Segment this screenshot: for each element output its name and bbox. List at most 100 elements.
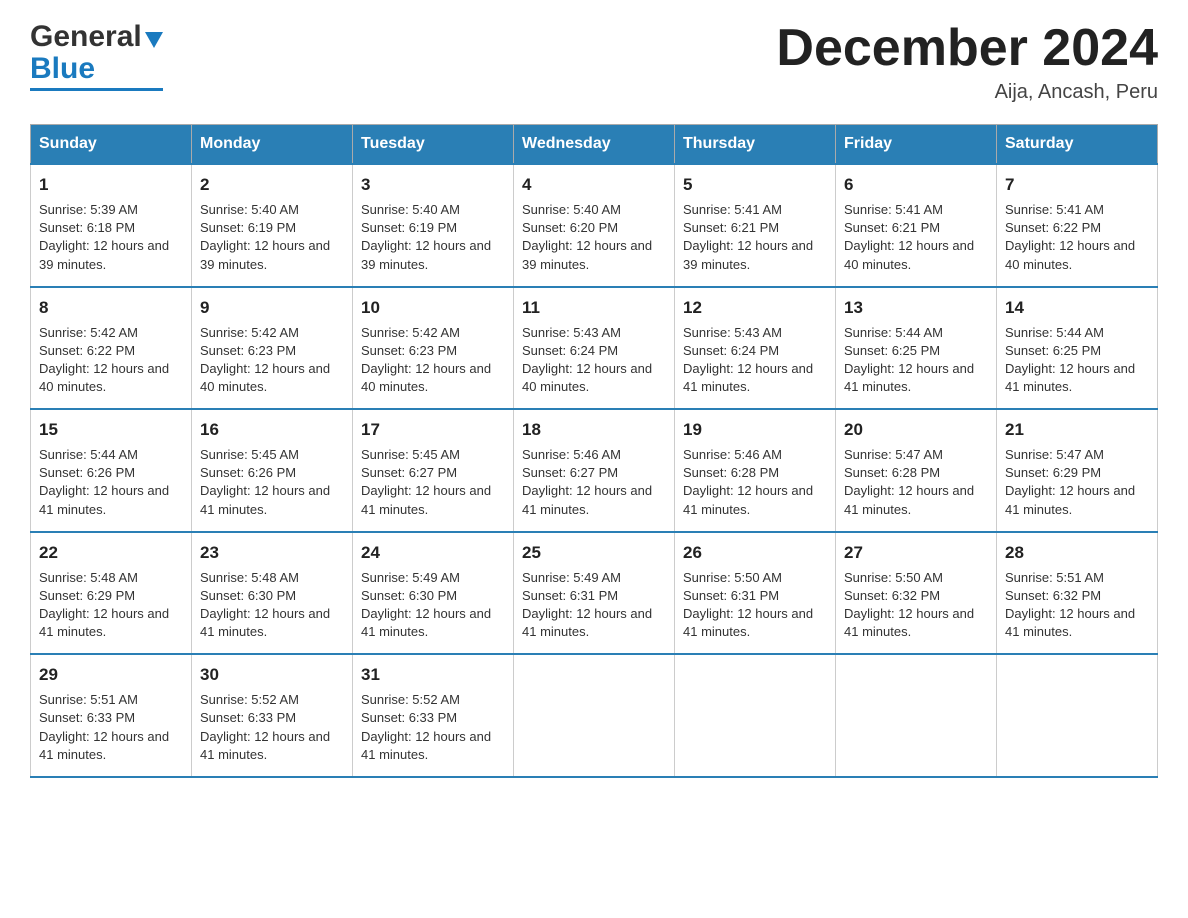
daylight-label: Daylight: 12 hours and 40 minutes. [361, 361, 491, 394]
daylight-label: Daylight: 12 hours and 39 minutes. [683, 238, 813, 271]
daylight-label: Daylight: 12 hours and 40 minutes. [522, 361, 652, 394]
day-number: 9 [200, 296, 344, 320]
daylight-label: Daylight: 12 hours and 40 minutes. [844, 238, 974, 271]
location-subtitle: Aija, Ancash, Peru [776, 81, 1158, 104]
sunrise-label: Sunrise: 5:40 AM [200, 202, 299, 217]
sunrise-label: Sunrise: 5:43 AM [522, 325, 621, 340]
day-number: 31 [361, 663, 505, 687]
daylight-label: Daylight: 12 hours and 39 minutes. [200, 238, 330, 271]
calendar-cell: 29Sunrise: 5:51 AMSunset: 6:33 PMDayligh… [31, 654, 192, 777]
day-number: 16 [200, 418, 344, 442]
sunset-label: Sunset: 6:28 PM [844, 465, 940, 480]
sunset-label: Sunset: 6:33 PM [200, 710, 296, 725]
calendar-cell: 11 Sunrise: 5:43 AM Sunset: 6:24 PM Dayligh… [514, 287, 675, 410]
calendar-cell: 22Sunrise: 5:48 AMSunset: 6:29 PMDayligh… [31, 532, 192, 655]
sunrise-label: Sunrise: 5:41 AM [683, 202, 782, 217]
calendar-cell: 25Sunrise: 5:49 AMSunset: 6:31 PMDayligh… [514, 532, 675, 655]
sunset-label: Sunset: 6:24 PM [522, 343, 618, 358]
sunrise-label: Sunrise: 5:41 AM [1005, 202, 1104, 217]
sunrise-label: Sunrise: 5:52 AM [361, 692, 460, 707]
day-number: 2 [200, 173, 344, 197]
col-header-thursday: Thursday [675, 125, 836, 165]
daylight-label: Daylight: 12 hours and 41 minutes. [844, 606, 974, 639]
daylight-label: Daylight: 12 hours and 41 minutes. [683, 361, 813, 394]
calendar-cell [997, 654, 1158, 777]
day-number: 11 [522, 296, 666, 320]
sunrise-label: Sunrise: 5:39 AM [39, 202, 138, 217]
day-number: 20 [844, 418, 988, 442]
sunset-label: Sunset: 6:26 PM [39, 465, 135, 480]
daylight-label: Daylight: 12 hours and 41 minutes. [200, 729, 330, 762]
sunset-label: Sunset: 6:23 PM [200, 343, 296, 358]
sunrise-label: Sunrise: 5:48 AM [200, 570, 299, 585]
sunset-label: Sunset: 6:29 PM [1005, 465, 1101, 480]
daylight-label: Daylight: 12 hours and 41 minutes. [844, 483, 974, 516]
daylight-label: Daylight: 12 hours and 39 minutes. [522, 238, 652, 271]
sunrise-label: Sunrise: 5:51 AM [39, 692, 138, 707]
logo-general: General [30, 20, 142, 54]
day-number: 23 [200, 541, 344, 565]
col-header-saturday: Saturday [997, 125, 1158, 165]
calendar-week-row: 1Sunrise: 5:39 AMSunset: 6:18 PMDaylight… [31, 164, 1158, 287]
day-number: 27 [844, 541, 988, 565]
daylight-label: Daylight: 12 hours and 40 minutes. [200, 361, 330, 394]
day-number: 15 [39, 418, 183, 442]
calendar-cell: 21Sunrise: 5:47 AMSunset: 6:29 PMDayligh… [997, 409, 1158, 532]
calendar-cell: 1Sunrise: 5:39 AMSunset: 6:18 PMDaylight… [31, 164, 192, 287]
day-number: 18 [522, 418, 666, 442]
calendar-cell: 23Sunrise: 5:48 AMSunset: 6:30 PMDayligh… [192, 532, 353, 655]
sunrise-label: Sunrise: 5:44 AM [1005, 325, 1104, 340]
sunrise-label: Sunrise: 5:46 AM [522, 447, 621, 462]
daylight-label: Daylight: 12 hours and 41 minutes. [361, 729, 491, 762]
sunrise-label: Sunrise: 5:52 AM [200, 692, 299, 707]
calendar-cell: 24Sunrise: 5:49 AMSunset: 6:30 PMDayligh… [353, 532, 514, 655]
daylight-label: Daylight: 12 hours and 41 minutes. [1005, 483, 1135, 516]
sunrise-label: Sunrise: 5:49 AM [522, 570, 621, 585]
day-number: 14 [1005, 296, 1149, 320]
sunrise-label: Sunrise: 5:49 AM [361, 570, 460, 585]
calendar-cell: 15Sunrise: 5:44 AMSunset: 6:26 PMDayligh… [31, 409, 192, 532]
col-header-tuesday: Tuesday [353, 125, 514, 165]
sunset-label: Sunset: 6:21 PM [844, 220, 940, 235]
calendar-week-row: 15Sunrise: 5:44 AMSunset: 6:26 PMDayligh… [31, 409, 1158, 532]
sunset-label: Sunset: 6:33 PM [361, 710, 457, 725]
daylight-label: Daylight: 12 hours and 41 minutes. [683, 606, 813, 639]
calendar-cell: 30Sunrise: 5:52 AMSunset: 6:33 PMDayligh… [192, 654, 353, 777]
sunrise-label: Sunrise: 5:42 AM [39, 325, 138, 340]
day-number: 26 [683, 541, 827, 565]
calendar-cell: 13Sunrise: 5:44 AMSunset: 6:25 PMDayligh… [836, 287, 997, 410]
sunrise-label: Sunrise: 5:45 AM [361, 447, 460, 462]
calendar-cell: 3Sunrise: 5:40 AMSunset: 6:19 PMDaylight… [353, 164, 514, 287]
day-number: 17 [361, 418, 505, 442]
sunset-label: Sunset: 6:28 PM [683, 465, 779, 480]
daylight-label: Daylight: 12 hours and 41 minutes. [844, 361, 974, 394]
calendar-cell: 27Sunrise: 5:50 AMSunset: 6:32 PMDayligh… [836, 532, 997, 655]
calendar-cell [514, 654, 675, 777]
logo-underline [30, 88, 163, 91]
sunrise-label: Sunrise: 5:41 AM [844, 202, 943, 217]
daylight-label: Daylight: 12 hours and 41 minutes. [1005, 606, 1135, 639]
calendar-cell [675, 654, 836, 777]
calendar-cell: 18Sunrise: 5:46 AMSunset: 6:27 PMDayligh… [514, 409, 675, 532]
sunset-label: Sunset: 6:21 PM [683, 220, 779, 235]
calendar-cell: 31 Sunrise: 5:52 AM Sunset: 6:33 PM Dayligh… [353, 654, 514, 777]
sunrise-label: Sunrise: 5:40 AM [361, 202, 460, 217]
sunset-label: Sunset: 6:24 PM [683, 343, 779, 358]
day-number: 25 [522, 541, 666, 565]
day-number: 13 [844, 296, 988, 320]
calendar-cell: 5Sunrise: 5:41 AMSunset: 6:21 PMDaylight… [675, 164, 836, 287]
calendar-cell: 6Sunrise: 5:41 AMSunset: 6:21 PMDaylight… [836, 164, 997, 287]
calendar-cell: 12Sunrise: 5:43 AMSunset: 6:24 PMDayligh… [675, 287, 836, 410]
sunrise-label: Sunrise: 5:43 AM [683, 325, 782, 340]
daylight-label: Daylight: 12 hours and 41 minutes. [39, 729, 169, 762]
day-number: 22 [39, 541, 183, 565]
day-number: 10 [361, 296, 505, 320]
sunset-label: Sunset: 6:25 PM [1005, 343, 1101, 358]
col-header-monday: Monday [192, 125, 353, 165]
sunset-label: Sunset: 6:22 PM [39, 343, 135, 358]
logo-triangle-icon [145, 32, 163, 48]
daylight-label: Daylight: 12 hours and 41 minutes. [522, 483, 652, 516]
col-header-friday: Friday [836, 125, 997, 165]
calendar-week-row: 29Sunrise: 5:51 AMSunset: 6:33 PMDayligh… [31, 654, 1158, 777]
day-number: 21 [1005, 418, 1149, 442]
